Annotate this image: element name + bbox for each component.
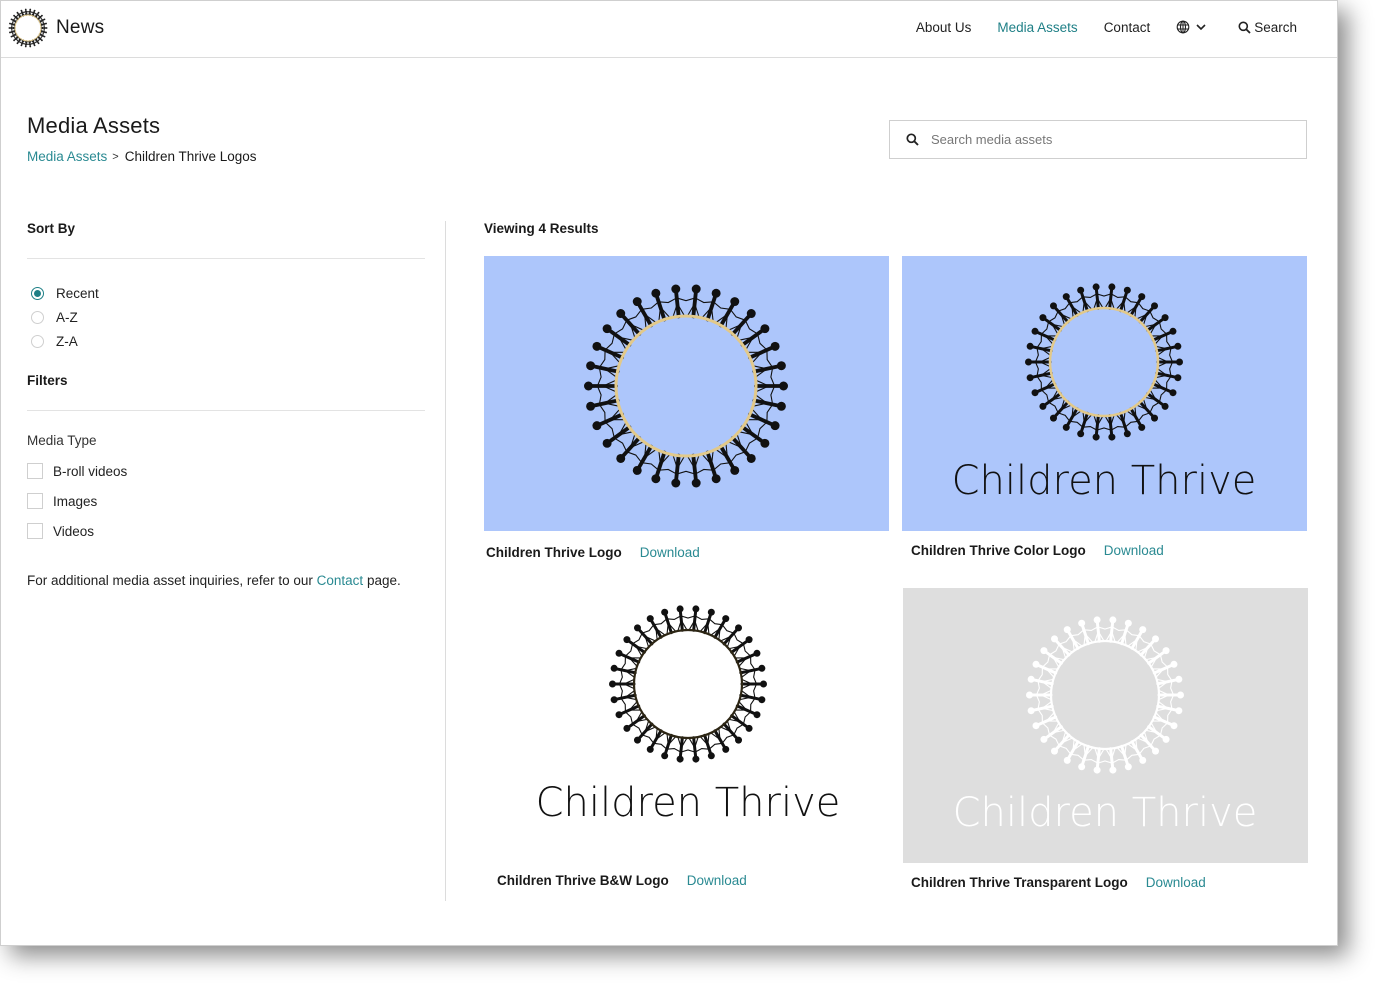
sort-option-label: A-Z <box>56 309 78 325</box>
note-text-before: For additional media asset inquiries, re… <box>27 573 317 588</box>
asset-thumbnail[interactable]: Children Thrive <box>484 588 889 848</box>
sort-option-label: Z-A <box>56 333 78 349</box>
download-link[interactable]: Download <box>1146 875 1206 890</box>
radio-button[interactable] <box>31 310 44 324</box>
search-label: Search <box>1254 19 1297 35</box>
sort-option-recent[interactable]: Recent <box>27 281 425 305</box>
filter-b-roll-videos[interactable]: B-roll videos <box>27 456 425 486</box>
divider <box>27 258 425 259</box>
download-link[interactable]: Download <box>1104 543 1164 558</box>
site-header: News About Us Media Assets Contact Searc… <box>1 1 1337 58</box>
checkbox[interactable] <box>27 523 43 539</box>
browser-window: News About Us Media Assets Contact Searc… <box>0 0 1338 946</box>
sort-by-heading: Sort By <box>27 221 76 236</box>
asset-caption: Children Thrive B&W Logo Download <box>497 873 747 888</box>
sort-option-label: Recent <box>56 285 99 301</box>
asset-caption: Children Thrive Logo Download <box>486 545 700 560</box>
results-count: Viewing 4 Results <box>484 221 599 236</box>
filter-videos[interactable]: Videos <box>27 516 425 546</box>
nav-about-us[interactable]: About Us <box>916 20 972 35</box>
breadcrumb-parent-link[interactable]: Media Assets <box>27 149 107 164</box>
logo-wordmark: Children Thrive <box>952 458 1257 504</box>
language-selector[interactable] <box>1176 20 1208 34</box>
nav-media-assets[interactable]: Media Assets <box>997 20 1077 35</box>
filter-sidebar: Sort By Recent A-Z Z-A Filters Media Typ… <box>27 221 425 588</box>
media-search-box <box>889 120 1307 159</box>
logo-wordmark: Children Thrive <box>536 780 841 826</box>
brand-name: News <box>56 17 105 38</box>
asset-thumbnail[interactable]: Children Thrive <box>903 588 1308 863</box>
brand[interactable]: News <box>8 8 104 48</box>
search-icon <box>1238 21 1251 34</box>
asset-thumbnail[interactable]: Children Thrive <box>902 256 1307 531</box>
checkbox[interactable] <box>27 463 43 479</box>
filter-label: B-roll videos <box>53 463 128 479</box>
filters-heading: Filters <box>27 373 68 388</box>
breadcrumb-separator: > <box>112 150 119 163</box>
asset-caption: Children Thrive Color Logo Download <box>911 543 1164 558</box>
sort-options: Recent A-Z Z-A <box>27 281 425 353</box>
chevron-down-icon <box>1196 24 1206 31</box>
filter-label: Images <box>53 493 98 509</box>
sort-option-a-z[interactable]: A-Z <box>27 305 425 329</box>
children-circle-logo-image: Children Thrive <box>902 256 1307 531</box>
children-circle-logo-image <box>484 256 889 531</box>
asset-title: Children Thrive Color Logo <box>911 543 1086 558</box>
page-title: Media Assets <box>27 113 161 138</box>
vertical-divider <box>445 221 446 901</box>
inquiries-note: For additional media asset inquiries, re… <box>27 573 425 588</box>
divider <box>27 410 425 411</box>
contact-link[interactable]: Contact <box>317 573 364 588</box>
globe-icon <box>1176 20 1190 34</box>
breadcrumb: Media Assets > Children Thrive Logos <box>27 149 257 164</box>
children-circle-logo-image: Children Thrive <box>903 588 1308 863</box>
nav-contact[interactable]: Contact <box>1104 20 1151 35</box>
filter-label: Videos <box>53 523 95 539</box>
sort-option-z-a[interactable]: Z-A <box>27 329 425 353</box>
children-circle-logo-icon <box>8 8 48 48</box>
radio-button-checked[interactable] <box>31 286 44 300</box>
main-nav: About Us Media Assets Contact Search <box>890 1 1297 53</box>
asset-title: Children Thrive B&W Logo <box>497 873 669 888</box>
download-link[interactable]: Download <box>687 873 747 888</box>
asset-caption: Children Thrive Transparent Logo Downloa… <box>911 875 1206 890</box>
download-link[interactable]: Download <box>640 545 700 560</box>
asset-title: Children Thrive Logo <box>486 545 622 560</box>
thumbnail-background <box>484 256 889 531</box>
filter-images[interactable]: Images <box>27 486 425 516</box>
radio-button[interactable] <box>31 334 44 348</box>
note-text-after: page. <box>363 573 401 588</box>
checkbox[interactable] <box>27 493 43 509</box>
header-search-button[interactable]: Search <box>1238 20 1297 35</box>
media-type-label: Media Type <box>27 433 97 448</box>
media-type-options: B-roll videos Images Videos <box>27 456 425 546</box>
media-search-input[interactable] <box>931 132 1291 147</box>
search-icon <box>906 133 919 146</box>
asset-thumbnail[interactable] <box>484 256 889 531</box>
logo-wordmark: Children Thrive <box>953 790 1258 836</box>
breadcrumb-current: Children Thrive Logos <box>124 149 257 164</box>
asset-title: Children Thrive Transparent Logo <box>911 875 1128 890</box>
children-circle-logo-image: Children Thrive <box>484 588 889 848</box>
